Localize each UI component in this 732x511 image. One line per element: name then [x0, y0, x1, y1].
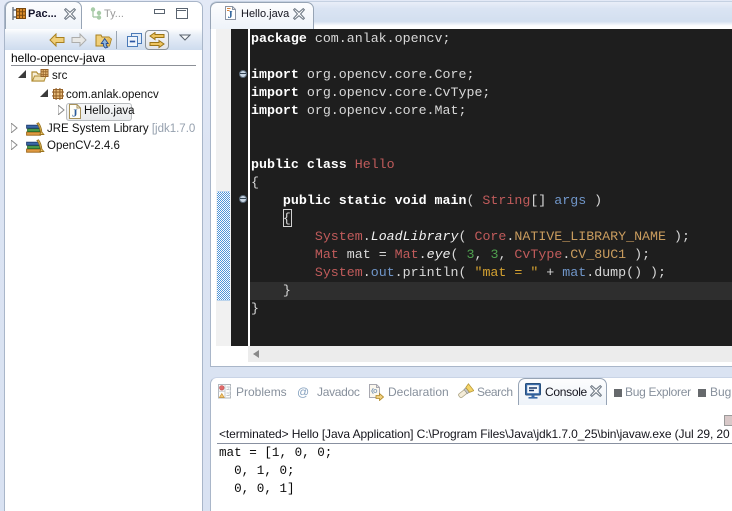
- svg-text:J: J: [228, 10, 233, 20]
- svg-text:J: J: [72, 108, 78, 120]
